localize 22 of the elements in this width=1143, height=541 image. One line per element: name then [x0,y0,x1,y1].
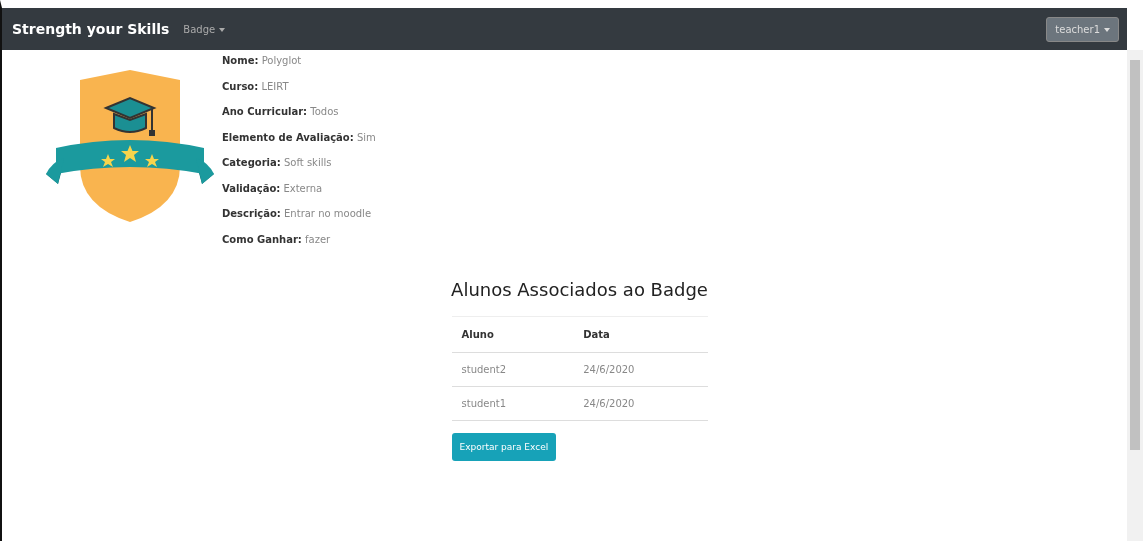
table-cell: student2 [451,352,574,387]
caret-icon [219,27,226,32]
user-dropdown-button[interactable]: teacher1 [1046,16,1119,42]
column-header: Aluno [451,316,574,353]
detail-text: Elemento de Avaliação: Sim [222,131,376,143]
detail-text: Categoria: Soft skills [222,157,333,168]
table-cell: 24/6/2020 [573,352,708,387]
caret-icon [1104,27,1110,32]
detail-text: Ano Curricular: Todos [222,106,340,117]
column-header: Data [573,316,708,353]
scrollbar[interactable] [1127,50,1143,541]
detail-text: Como Ganhar: fazer [222,233,332,245]
section-title: Alunos Associados ao Badge [451,279,708,300]
badge-dropdown[interactable]: Badge [183,23,226,35]
detail-text: Validação: Externa [222,182,324,194]
detail-text: Descrição: Entrar no moodle [222,208,373,219]
brand-link[interactable]: Strength your Skills [12,21,170,37]
detail-text: Nome: Polyglot [222,55,303,66]
export-button[interactable]: Exportar para Excel [451,433,557,461]
table-cell: 24/6/2020 [573,386,708,421]
detail-text: Curso: LEIRT [222,80,290,92]
table-cell: student1 [451,386,574,421]
